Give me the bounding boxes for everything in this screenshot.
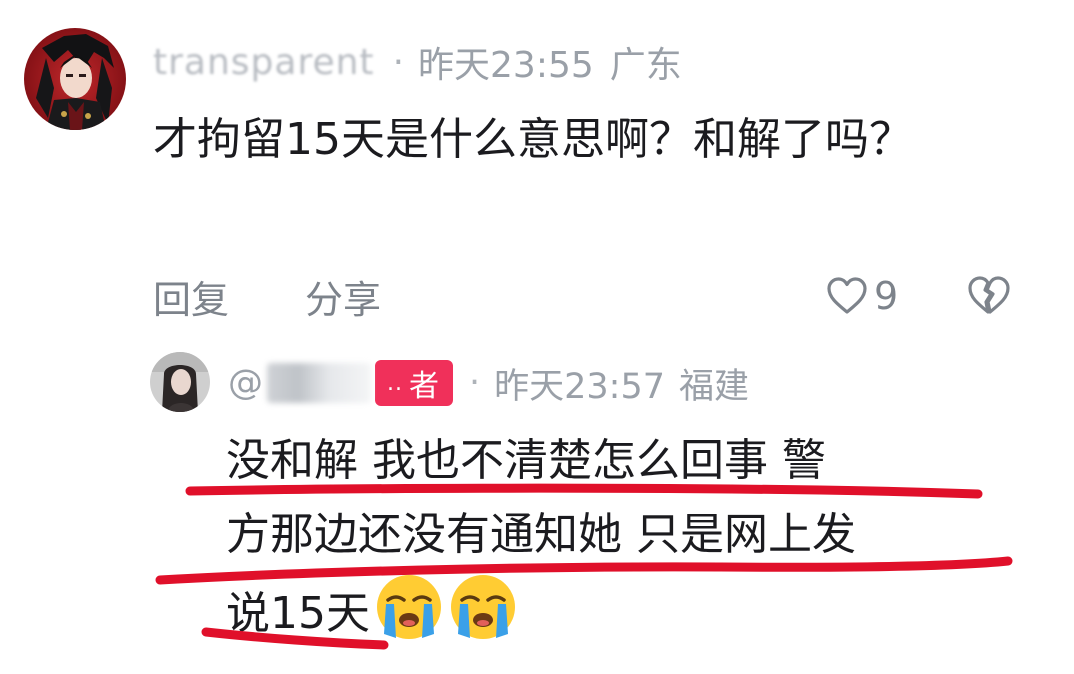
avatar-image [150,352,210,412]
comment-time: 昨天23:55 [418,45,594,86]
crying-face-icon [451,575,515,639]
commenter-username[interactable]: transparent [153,42,375,83]
meta-separator: · [392,41,405,83]
reply-time: 昨天23:57 [494,366,666,407]
reply-line-2: 方那边还没有通知她 只是网上发 [226,509,856,560]
author-badge: .. 者 [375,360,453,406]
heart-icon [827,277,867,314]
broken-heart-icon [968,276,1010,314]
avatar-image [24,28,126,130]
reply-body: 没和解 我也不清楚怎么回事 警 方那边还没有通知她 只是网上发 说15天 [226,424,1026,646]
badge-ellipsis: .. [387,370,403,396]
author-badge-label: 者 [409,369,439,404]
reply-meta: @ .. 者 · 昨天23:57 福建 [228,352,749,414]
reply-button[interactable]: 回复 [153,269,229,324]
dislike-button[interactable] [966,273,1010,317]
comment-thread: transparent · 昨天23:55 广东 才拘留15天是什么意思啊？和解… [0,0,1074,674]
crying-face-icon [377,575,441,639]
commenter-avatar[interactable] [24,28,126,130]
reply-avatar[interactable] [150,352,210,412]
reply-line-3: 说15天 [226,572,1026,646]
reply-line-3-text: 说15天 [226,588,370,639]
reply-region: 福建 [679,366,750,407]
share-button[interactable]: 分享 [305,269,381,324]
comment-meta: transparent · 昨天23:55 广东 [153,32,682,92]
like-count: 9 [874,274,899,318]
comment-region: 广东 [609,45,682,86]
comment-actions: 回复 分享 [153,268,381,324]
comment-body: 才拘留15天是什么意思啊？和解了吗？ [153,114,913,165]
meta-separator: · [469,363,481,403]
like-button[interactable]: 9 [826,268,898,324]
reply-line-1: 没和解 我也不清楚怎么回事 警 [226,435,826,486]
reply-at-symbol: @ [228,363,263,403]
redacted-username[interactable] [267,363,371,403]
